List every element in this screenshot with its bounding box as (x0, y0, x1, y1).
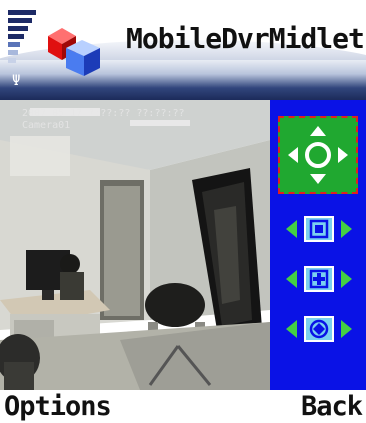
zoom-icon[interactable] (304, 216, 334, 242)
options-softkey[interactable]: Options (4, 390, 112, 423)
zoom-in-arrow[interactable] (341, 220, 352, 238)
softkey-bar: Options Back (0, 390, 366, 423)
video-timestamp: 2007-05-17 ?:??:?? ??:??:?? (22, 108, 185, 119)
focus-far-arrow[interactable] (341, 270, 352, 288)
app-icon (48, 28, 100, 76)
zoom-out-arrow[interactable] (286, 220, 297, 238)
focus-icon[interactable] (304, 266, 334, 292)
back-softkey[interactable]: Back (301, 390, 363, 423)
zoom-control (286, 216, 352, 242)
video-camera-label: Camera01 (22, 120, 71, 131)
camera-video-feed: 2007-05-17 ?:??:?? ??:??:?? Camera01 (0, 100, 270, 390)
iris-control (286, 316, 352, 342)
antenna-icon: Ψ (12, 73, 21, 89)
title-bar: Ψ MobileDvrMidlet (0, 0, 366, 100)
ptz-control-panel (270, 100, 366, 390)
ptz-direction-icon (288, 126, 348, 184)
iris-open-arrow[interactable] (341, 320, 352, 338)
focus-near-arrow[interactable] (286, 270, 297, 288)
iris-icon[interactable] (304, 316, 334, 342)
app-title: MobileDvrMidlet (126, 22, 365, 55)
video-osd: 2007-05-17 ?:??:?? ??:??:?? Camera01 (22, 108, 185, 132)
signal-strength-icon: Ψ (8, 10, 40, 89)
direction-pad-button[interactable] (277, 115, 359, 195)
iris-close-arrow[interactable] (286, 320, 297, 338)
focus-control (286, 266, 352, 292)
